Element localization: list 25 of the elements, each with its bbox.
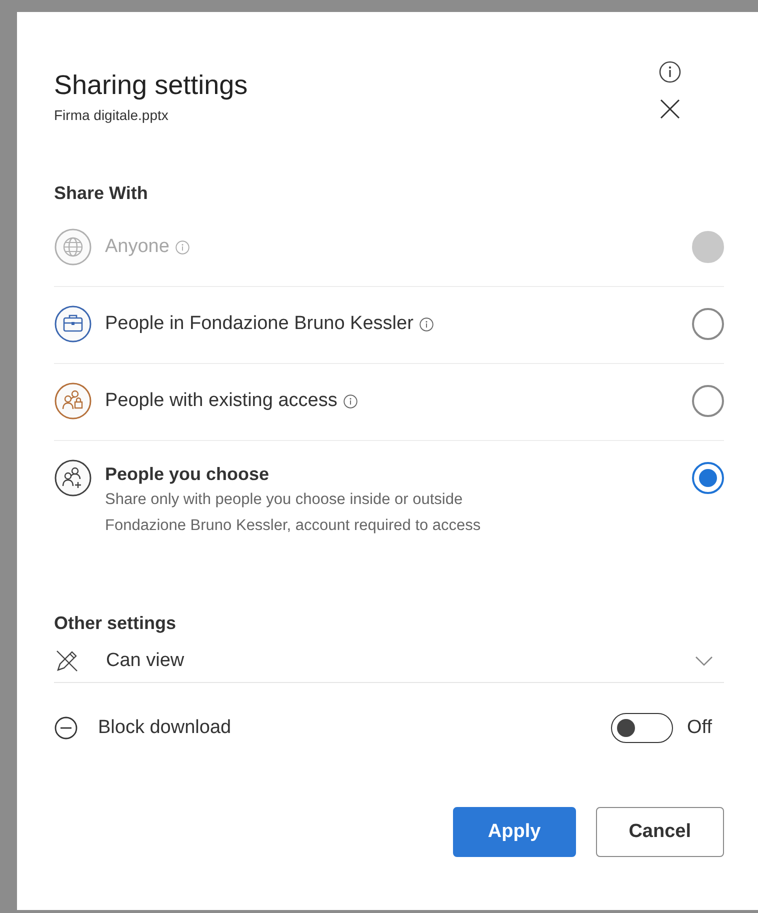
- option-label: People with existing access: [105, 390, 338, 412]
- section-heading: Other settings: [54, 613, 178, 634]
- dialog-title: Sharing settings: [54, 70, 248, 101]
- option-description: Share only with people you choose inside or outside Fondazione Bruno Kessler, account required to access: [105, 490, 482, 536]
- close-button[interactable]: [659, 98, 681, 120]
- option-label: People in Fondazione Bruno Kessler: [105, 313, 414, 335]
- file-name: Firma digitale.pptx: [54, 107, 170, 123]
- chevron-down-icon: [694, 655, 714, 667]
- block-icon: [54, 716, 78, 740]
- permission-dropdown[interactable]: Can view: [54, 644, 724, 683]
- pencil-crossed-icon: [54, 648, 80, 674]
- close-icon: [659, 98, 681, 120]
- block-download-label: Block download: [98, 717, 232, 739]
- radio-button[interactable]: [692, 462, 724, 494]
- option-label: People you choose: [105, 464, 270, 484]
- info-button[interactable]: [658, 60, 682, 84]
- cancel-button[interactable]: Cancel: [596, 807, 724, 857]
- info-icon: [658, 60, 682, 84]
- toggle-state: Off: [687, 717, 712, 739]
- apply-button[interactable]: Apply: [452, 807, 576, 857]
- option-label: Anyone: [105, 236, 170, 258]
- toggle-switch[interactable]: [611, 713, 673, 743]
- radio-button[interactable]: [692, 308, 724, 340]
- section-heading: Share With: [54, 183, 149, 204]
- radio-button[interactable]: [692, 385, 724, 417]
